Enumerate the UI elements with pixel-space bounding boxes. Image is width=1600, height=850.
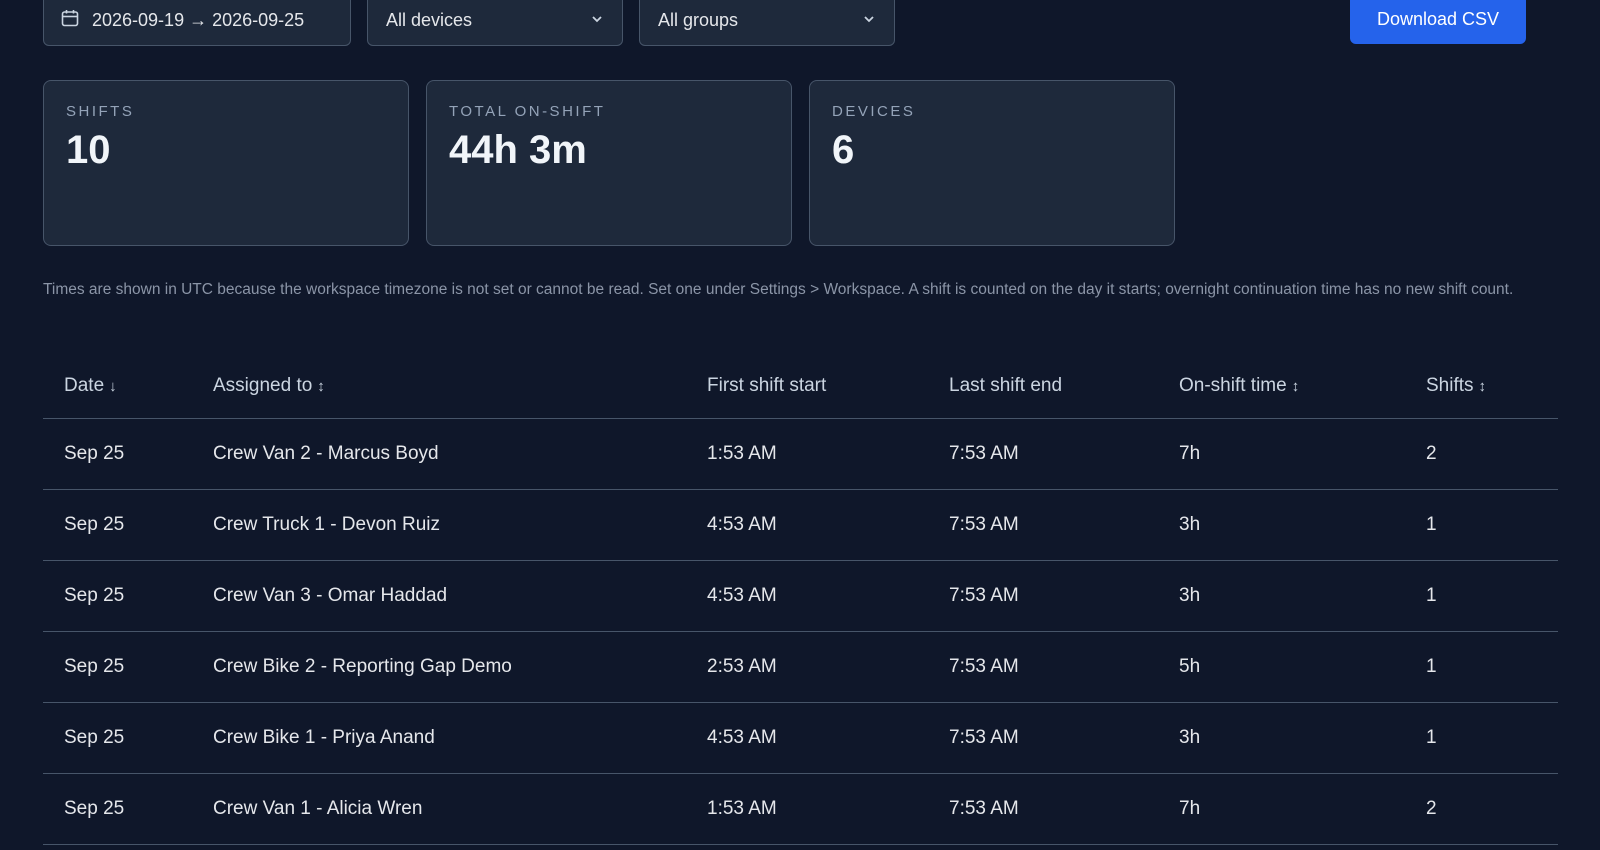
date-range-value: 2026-09-19 → 2026-09-25 <box>92 9 305 30</box>
calendar-icon <box>60 8 92 33</box>
stat-value: 10 <box>66 128 111 172</box>
cell-shifts: 1 <box>1426 585 1437 606</box>
cell-on-shift-time: 3h <box>1179 585 1201 606</box>
cell-date: Sep 25 <box>64 656 125 677</box>
group-select-value: All groups <box>658 9 739 30</box>
cell-first-shift-start: 2:53 AM <box>707 656 777 677</box>
cell-assigned-to: Crew Bike 2 - Reporting Gap Demo <box>213 656 512 677</box>
cell-assigned-to: Crew Van 1 - Alicia Wren <box>213 798 423 819</box>
column-header-on-shift-time[interactable]: On-shift time ↕ <box>1179 354 1299 418</box>
table-row: Sep 25 Crew Bike 1 - Priya Anand 4:53 AM… <box>43 703 1558 774</box>
cell-first-shift-start: 4:53 AM <box>707 585 777 606</box>
table-row: Sep 25 Crew Van 3 - Omar Haddad 4:53 AM … <box>43 561 1558 632</box>
cell-assigned-to: Crew Truck 1 - Devon Ruiz <box>213 514 441 535</box>
stat-card-shifts: SHIFTS 10 <box>43 80 409 246</box>
cell-first-shift-start: 1:53 AM <box>707 798 777 819</box>
stat-card-total-on-shift: TOTAL ON-SHIFT 44h 3m <box>426 80 792 246</box>
cell-shifts: 2 <box>1426 443 1437 464</box>
date-range-picker[interactable]: 2026-09-19 → 2026-09-25 <box>43 0 351 46</box>
stat-label: DEVICES <box>832 103 916 120</box>
cell-last-shift-end: 7:53 AM <box>949 585 1019 606</box>
cell-first-shift-start: 1:53 AM <box>707 443 777 464</box>
device-select-value: All devices <box>386 9 473 30</box>
cell-on-shift-time: 7h <box>1179 443 1201 464</box>
cell-on-shift-time: 3h <box>1179 727 1201 748</box>
group-select[interactable]: All groups <box>639 0 895 46</box>
table-header: Date ↓ Assigned to ↕ First shift start Las… <box>43 354 1558 419</box>
cell-assigned-to: Crew Bike 1 - Priya Anand <box>213 727 435 748</box>
table-row: Sep 25 Crew Truck 1 - Devon Ruiz 4:53 AM… <box>43 490 1558 561</box>
cell-last-shift-end: 7:53 AM <box>949 514 1019 535</box>
column-header-date[interactable]: Date ↓ <box>64 354 117 418</box>
sort-icon: ↕ <box>317 377 325 395</box>
cell-on-shift-time: 7h <box>1179 798 1201 819</box>
cell-assigned-to: Crew Van 2 - Marcus Boyd <box>213 443 439 464</box>
cell-last-shift-end: 7:53 AM <box>949 798 1019 819</box>
device-select[interactable]: All devices <box>367 0 623 46</box>
table-row: Sep 25 Crew Van 1 - Alicia Wren 1:53 AM … <box>43 774 1558 845</box>
download-csv-button[interactable]: Download CSV <box>1350 0 1526 44</box>
cell-date: Sep 25 <box>64 798 125 819</box>
shifts-table: Date ↓ Assigned to ↕ First shift start Las… <box>43 354 1558 845</box>
sort-desc-icon: ↓ <box>109 377 117 395</box>
cell-assigned-to: Crew Van 3 - Omar Haddad <box>213 585 448 606</box>
timezone-note: Times are shown in UTC because the works… <box>43 281 1514 298</box>
cell-date: Sep 25 <box>64 585 125 606</box>
cell-date: Sep 25 <box>64 443 125 464</box>
filter-bar: 2026-09-19 → 2026-09-25 All devices All … <box>43 0 1526 48</box>
stat-value: 6 <box>832 128 855 172</box>
cell-first-shift-start: 4:53 AM <box>707 727 777 748</box>
stat-label: TOTAL ON-SHIFT <box>449 103 606 120</box>
stat-value: 44h 3m <box>449 128 587 172</box>
cell-last-shift-end: 7:53 AM <box>949 727 1019 748</box>
cell-date: Sep 25 <box>64 514 125 535</box>
stat-card-devices: DEVICES 6 <box>809 80 1175 246</box>
cell-last-shift-end: 7:53 AM <box>949 443 1019 464</box>
cell-first-shift-start: 4:53 AM <box>707 514 777 535</box>
cell-shifts: 1 <box>1426 656 1437 677</box>
sort-icon: ↕ <box>1478 377 1487 395</box>
chevron-down-icon <box>590 10 604 31</box>
chevron-down-icon <box>862 10 876 31</box>
column-header-last-shift-end: Last shift end <box>949 375 1063 396</box>
column-header-first-shift-start: First shift start <box>707 375 827 396</box>
cell-on-shift-time: 3h <box>1179 514 1201 535</box>
table-row: Sep 25 Crew Van 2 - Marcus Boyd 1:53 AM … <box>43 419 1558 490</box>
stat-label: SHIFTS <box>66 103 135 120</box>
cell-shifts: 1 <box>1426 514 1437 535</box>
cell-shifts: 2 <box>1426 798 1437 819</box>
sort-icon: ↕ <box>1291 377 1300 395</box>
cell-shifts: 1 <box>1426 727 1437 748</box>
cell-date: Sep 25 <box>64 727 125 748</box>
cell-on-shift-time: 5h <box>1179 656 1201 677</box>
column-header-shifts[interactable]: Shifts ↕ <box>1426 354 1486 418</box>
table-row: Sep 25 Crew Bike 2 - Reporting Gap Demo … <box>43 632 1558 703</box>
column-header-assigned-to[interactable]: Assigned to ↕ <box>213 354 325 418</box>
cell-last-shift-end: 7:53 AM <box>949 656 1019 677</box>
